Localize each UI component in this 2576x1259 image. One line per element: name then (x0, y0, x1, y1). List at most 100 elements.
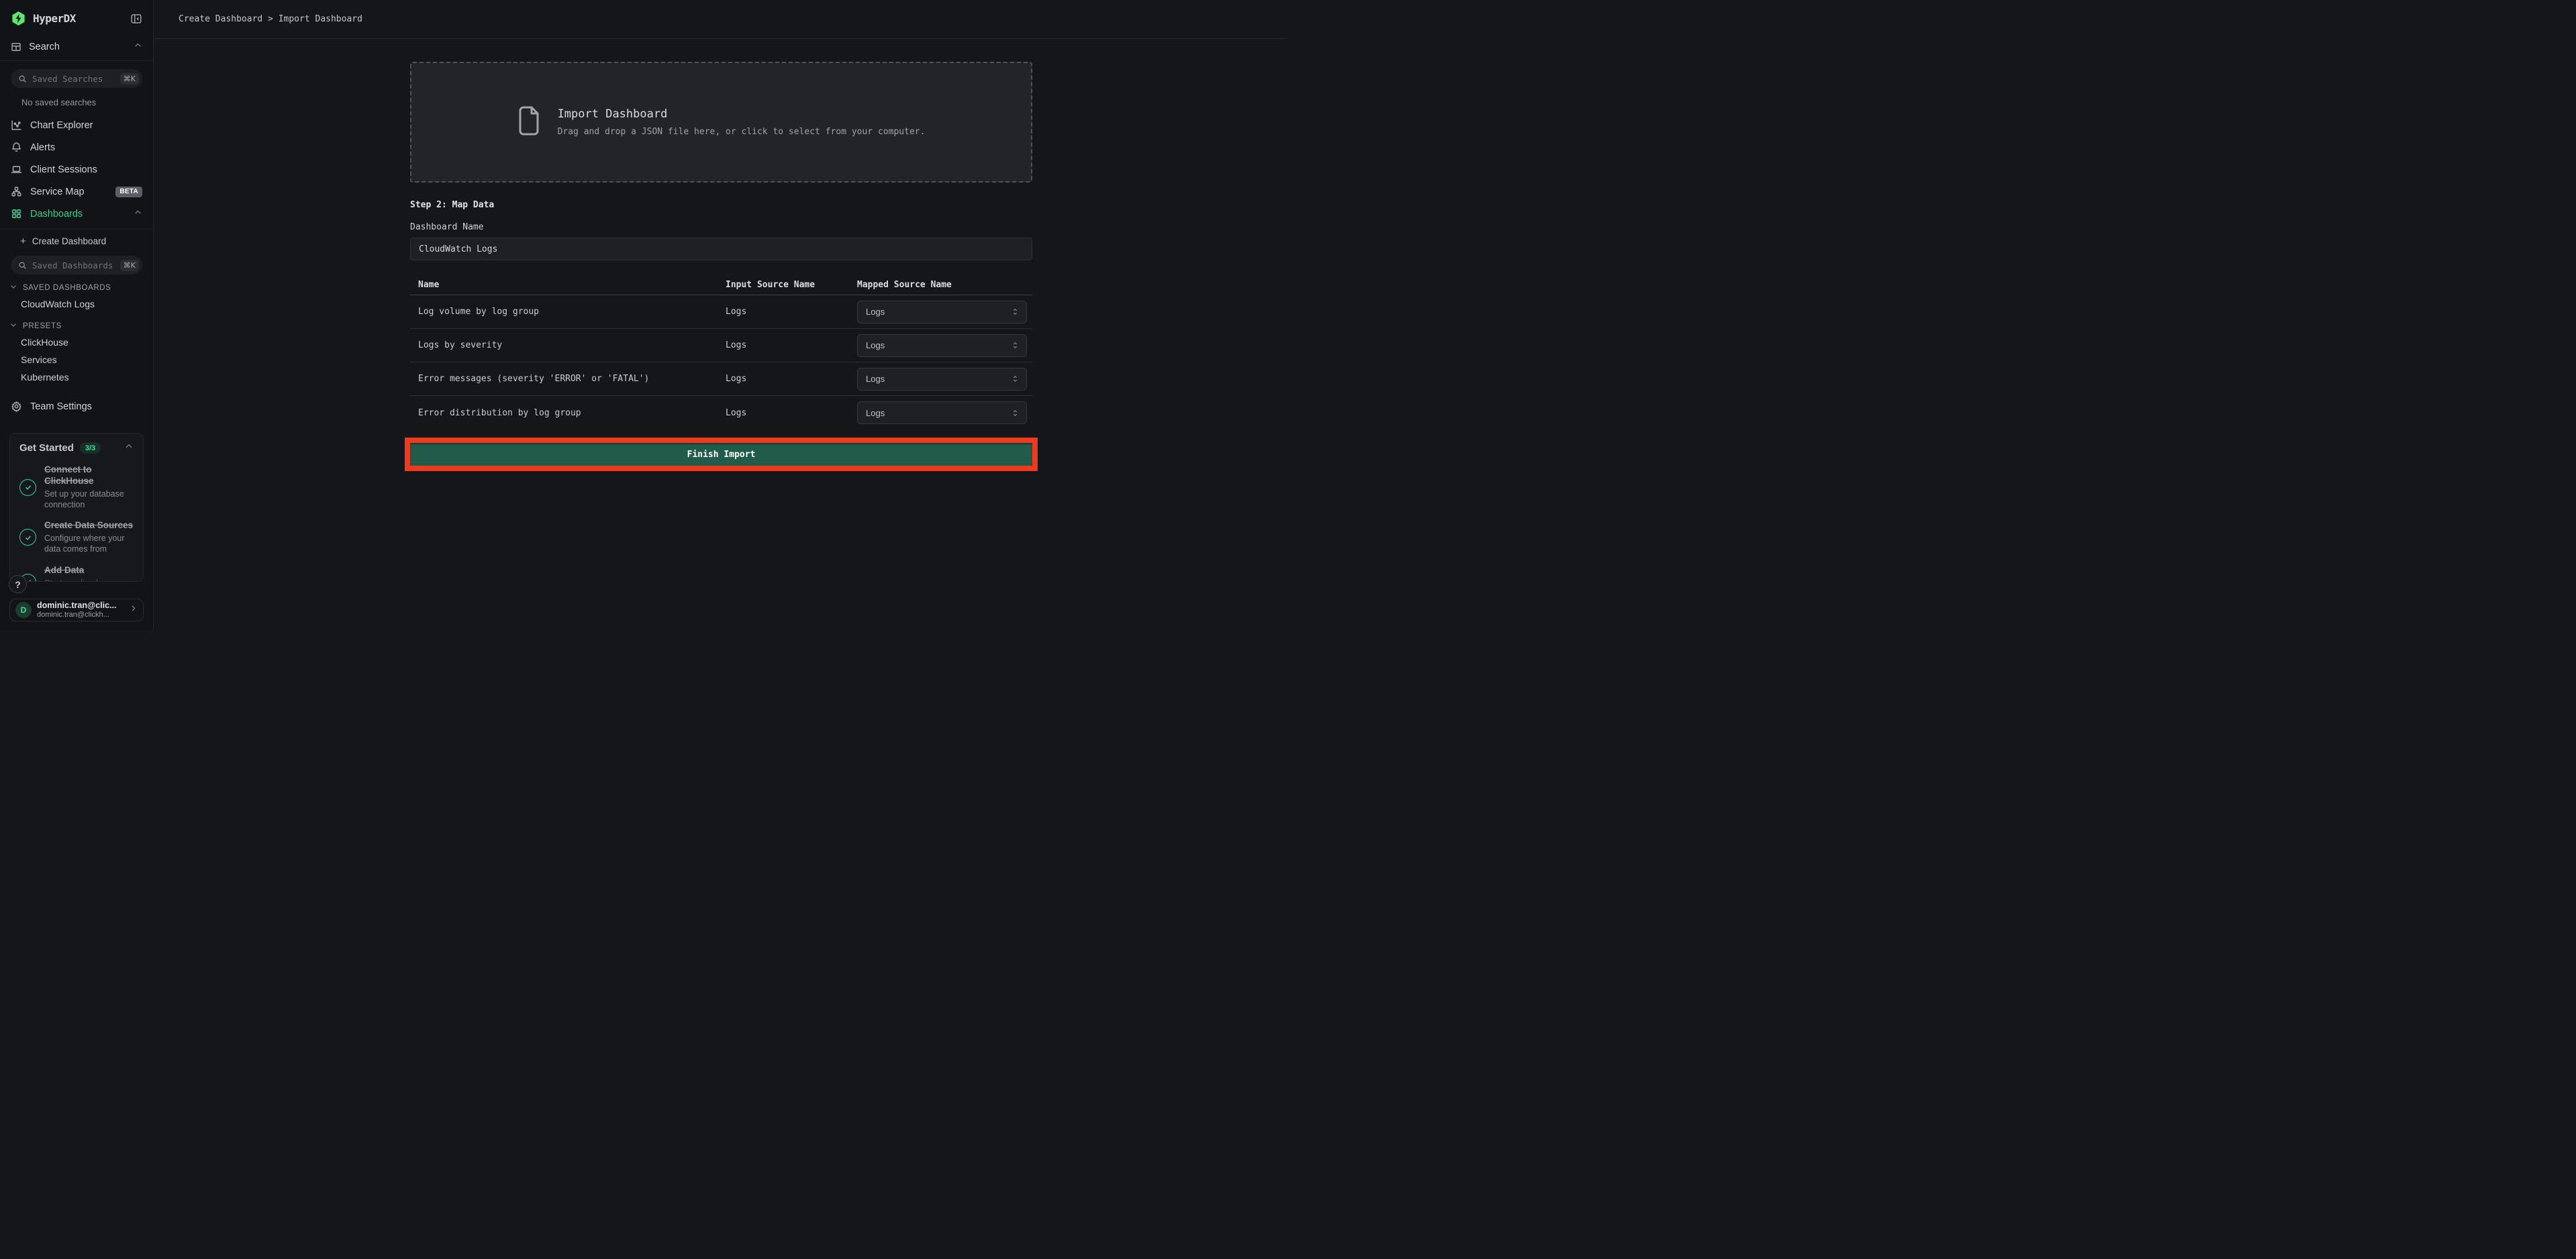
sidebar-item-team-settings[interactable]: Team Settings (0, 395, 153, 417)
chart-name-cell: Logs by severity (410, 340, 717, 350)
dropzone-subtitle: Drag and drop a JSON file here, or click… (558, 127, 926, 137)
sidebar-item-alerts[interactable]: Alerts (0, 136, 153, 158)
task-subtitle: Configure where your data comes from (44, 533, 134, 555)
create-dashboard-label: Create Dashboard (32, 236, 106, 246)
file-icon (517, 105, 540, 140)
gear-icon (11, 401, 22, 412)
shortcut-badge: ⌘K (120, 260, 139, 271)
chevron-up-icon[interactable] (124, 442, 134, 454)
user-email: dominic.tran@clickh... (37, 611, 123, 619)
selected-value: Logs (866, 307, 1011, 317)
sidebar-preset-clickhouse[interactable]: ClickHouse (0, 334, 153, 351)
sidebar-item-label: Alerts (30, 142, 55, 153)
task-add-data[interactable]: Add Data Start sending logs, metrics, or… (19, 565, 134, 582)
get-started-card: Get Started 3/3 Connect to ClickHouse Se… (9, 433, 144, 582)
dashboard-name-input[interactable] (410, 238, 1032, 260)
column-header-name: Name (410, 280, 717, 290)
chart-name-cell: Error distribution by log group (410, 408, 717, 418)
search-icon (18, 74, 27, 83)
get-started-header[interactable]: Get Started 3/3 (19, 442, 134, 454)
help-button[interactable]: ? (9, 575, 27, 593)
beta-badge: BETA (115, 187, 142, 197)
unfold-icon (1011, 341, 1020, 350)
task-create-data-sources[interactable]: Create Data Sources Configure where your… (19, 520, 134, 554)
sidebar-item-service-map[interactable]: Service Map BETA (0, 181, 153, 203)
shortcut-badge: ⌘K (120, 73, 139, 85)
sidebar-preset-kubernetes[interactable]: Kubernetes (0, 368, 153, 386)
section-presets[interactable]: PRESETS (0, 313, 153, 334)
get-started-title: Get Started (19, 442, 74, 454)
finish-import-button[interactable]: Finish Import (410, 443, 1032, 466)
search-section-label: Search (29, 42, 60, 52)
plus-icon: + (20, 236, 26, 246)
column-header-mapped-source: Mapped Source Name (849, 280, 1032, 290)
step-label: Step 2: Map Data (410, 200, 1032, 210)
search-panel-icon (11, 42, 21, 52)
input-source-cell: Logs (717, 408, 849, 418)
avatar: D (15, 602, 32, 618)
unfold-icon (1011, 409, 1020, 417)
saved-searches-input[interactable]: Saved Searches ⌘K (11, 69, 142, 88)
section-saved-dashboards[interactable]: SAVED DASHBOARDS (0, 274, 153, 295)
mapped-source-select[interactable]: Logs (857, 401, 1027, 424)
sidebar-preset-services[interactable]: Services (0, 351, 153, 368)
dashboard-name-label: Dashboard Name (410, 222, 1032, 232)
sidebar-item-label: Client Sessions (30, 164, 97, 175)
main-area: Create Dashboard > Import Dashboard Impo… (154, 0, 1288, 630)
source-mapping-table: Name Input Source Name Mapped Source Nam… (410, 275, 1032, 430)
chevron-up-icon[interactable] (134, 41, 142, 52)
section-title: PRESETS (23, 322, 62, 330)
unfold-icon (1011, 374, 1020, 383)
sidebar-item-dashboards[interactable]: Dashboards (0, 203, 153, 225)
logo-row: HyperDX (0, 0, 153, 36)
table-row: Log volume by log group Logs Logs (410, 295, 1032, 329)
task-title: Connect to ClickHouse (44, 464, 134, 487)
task-subtitle: Set up your database connection (44, 489, 134, 511)
saved-dashboards-placeholder: Saved Dashboards (32, 260, 115, 270)
sidebar-item-chart-explorer[interactable]: Chart Explorer (0, 114, 153, 136)
sidebar-collapse-icon[interactable] (130, 13, 142, 25)
get-started-progress-badge: 3/3 (80, 442, 101, 454)
selected-value: Logs (866, 374, 1011, 384)
dropzone-title: Import Dashboard (558, 107, 926, 121)
create-dashboard-button[interactable]: + Create Dashboard (0, 230, 153, 252)
sidebar-dashboard-cloudwatch-logs[interactable]: CloudWatch Logs (0, 295, 153, 313)
sidebar-item-label: Dashboards (30, 209, 83, 219)
no-saved-searches-text: No saved searches (0, 88, 153, 111)
laptop-icon (11, 164, 22, 175)
chart-name-cell: Log volume by log group (410, 307, 717, 317)
sidebar-section-search[interactable]: Search (0, 36, 153, 61)
search-icon (18, 261, 27, 270)
task-subtitle: Start sending logs, metrics, or traces (44, 578, 134, 583)
selected-value: Logs (866, 408, 1011, 418)
mapped-source-select[interactable]: Logs (857, 368, 1027, 391)
sidebar-item-client-sessions[interactable]: Client Sessions (0, 158, 153, 181)
task-title: Create Data Sources (44, 520, 134, 532)
table-row: Error messages (severity 'ERROR' or 'FAT… (410, 362, 1032, 396)
user-menu[interactable]: D dominic.tran@clic... dominic.tran@clic… (9, 599, 144, 621)
unfold-icon (1011, 307, 1020, 316)
chevron-up-icon[interactable] (134, 208, 142, 219)
bell-icon (11, 142, 22, 153)
table-row: Error distribution by log group Logs Log… (410, 396, 1032, 430)
saved-dashboards-input[interactable]: Saved Dashboards ⌘K (11, 256, 142, 274)
task-title: Add Data (44, 565, 134, 576)
team-settings-label: Team Settings (30, 401, 92, 412)
service-map-icon (11, 186, 22, 197)
annotation-highlight-box: Finish Import (405, 438, 1038, 471)
breadcrumb: Create Dashboard > Import Dashboard (179, 14, 362, 24)
app-title: HyperDX (33, 12, 76, 25)
import-dashboard-panel: Import Dashboard Drag and drop a JSON fi… (410, 62, 1032, 471)
sidebar: HyperDX Search Saved Searches ⌘K No save… (0, 0, 154, 630)
chevron-right-icon (129, 604, 138, 616)
sidebar-item-label: Service Map (30, 187, 85, 197)
check-circle-icon (19, 479, 36, 496)
chart-name-cell: Error messages (severity 'ERROR' or 'FAT… (410, 374, 717, 384)
table-row: Logs by severity Logs Logs (410, 329, 1032, 362)
mapped-source-select[interactable]: Logs (857, 301, 1027, 323)
task-connect-clickhouse[interactable]: Connect to ClickHouse Set up your databa… (19, 464, 134, 510)
table-header-row: Name Input Source Name Mapped Source Nam… (410, 275, 1032, 295)
json-dropzone[interactable]: Import Dashboard Drag and drop a JSON fi… (410, 62, 1032, 183)
mapped-source-select[interactable]: Logs (857, 334, 1027, 357)
chevron-down-icon (9, 283, 17, 293)
